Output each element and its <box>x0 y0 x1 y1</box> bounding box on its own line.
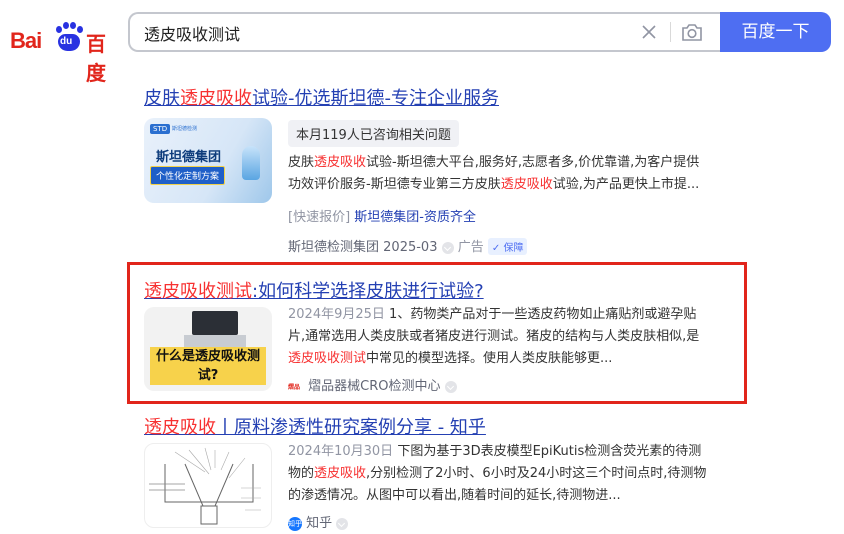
result-title[interactable]: 透皮吸收丨原料渗透性研究案例分享 - 知乎 <box>144 417 486 438</box>
ad-label: 广告 <box>457 240 484 255</box>
expand-chevron-icon[interactable] <box>336 517 349 530</box>
logo-cn-text: 百度 <box>86 32 106 85</box>
result-source: 知乎 <box>306 516 333 531</box>
paw-icon: du <box>54 22 84 52</box>
std-logo-sub: 斯坦德检测 <box>172 126 198 132</box>
baidu-logo[interactable]: Bai du 百度 <box>10 14 120 85</box>
thumb-banner: 个性化定制方案 <box>150 166 226 185</box>
search-result-3: 透皮吸收丨原料渗透性研究案例分享 - 知乎 <box>144 413 486 439</box>
thumb-monitor <box>192 311 238 335</box>
search-box <box>128 12 720 52</box>
quick-quote-row: [快速报价] 斯坦德集团-资质齐全 <box>288 206 476 225</box>
camera-icon[interactable] <box>680 21 704 43</box>
thumb-caption: 什么是透皮吸收测试? <box>150 347 266 385</box>
result-snippet: 2024年10月30日 下图为基于3D表皮模型EpiKutis检测含荧光素的待测… <box>288 444 707 503</box>
result-source-row: 斯坦德检测集团 2025-03 广告 ✓ 保障 <box>288 236 528 255</box>
result-title[interactable]: 透皮吸收测试:如何科学选择皮肤进行试验? <box>144 281 484 302</box>
clear-icon[interactable] <box>640 23 658 41</box>
search-divider <box>670 22 671 42</box>
diagram-icon <box>149 447 261 525</box>
expand-chevron-icon[interactable] <box>444 380 457 393</box>
result-thumbnail[interactable]: STD 斯坦德检测 斯坦德集团 个性化定制方案 <box>144 118 272 203</box>
std-logo: STD <box>150 124 171 134</box>
result-date: 2025-03 <box>383 240 438 255</box>
search-input[interactable] <box>144 22 624 44</box>
search-result-2: 透皮吸收测试:如何科学选择皮肤进行试验? <box>144 277 484 303</box>
result-source: 斯坦德检测集团 <box>288 240 380 255</box>
search-button[interactable]: 百度一下 <box>720 12 831 52</box>
quick-quote-tag: [快速报价] <box>288 210 351 225</box>
logo-bai-text: Bai <box>10 28 42 53</box>
result-title[interactable]: 皮肤透皮吸收试验-优选斯坦德-专注企业服务 <box>144 88 499 109</box>
cro-logo: 熠品 <box>288 384 301 391</box>
expand-chevron-icon[interactable] <box>441 241 454 254</box>
result-thumbnail[interactable] <box>144 443 272 528</box>
thumb-bottle <box>242 146 260 180</box>
result-snippet: 皮肤透皮吸收试验-斯坦德大平台,服务好,志愿者多,价优靠谱,为客户提供功效评价服… <box>288 155 700 192</box>
result-source-row: 知乎 知乎 <box>288 512 349 531</box>
result-snippet: 2024年9月25日 1、药物类产品对于一些透皮药物如止痛贴剂或避孕贴片,通常选… <box>288 307 700 366</box>
consult-tag: 本月119人已咨询相关问题 <box>288 120 459 147</box>
search-result-1: 皮肤透皮吸收试验-优选斯坦德-专注企业服务 <box>144 84 499 110</box>
logo-du-text: du <box>60 36 73 47</box>
thumb-headline: 斯坦德集团 <box>156 150 222 165</box>
result-source-row: 熠品 熠品器械CRO检测中心 <box>288 375 457 394</box>
result-source: 熠品器械CRO检测中心 <box>308 379 441 394</box>
zhihu-icon: 知乎 <box>288 516 302 531</box>
guarantee-badge[interactable]: ✓ 保障 <box>487 238 528 255</box>
quick-quote-link[interactable]: 斯坦德集团-资质齐全 <box>354 210 476 225</box>
result-thumbnail[interactable]: 什么是透皮吸收测试? <box>144 307 272 391</box>
